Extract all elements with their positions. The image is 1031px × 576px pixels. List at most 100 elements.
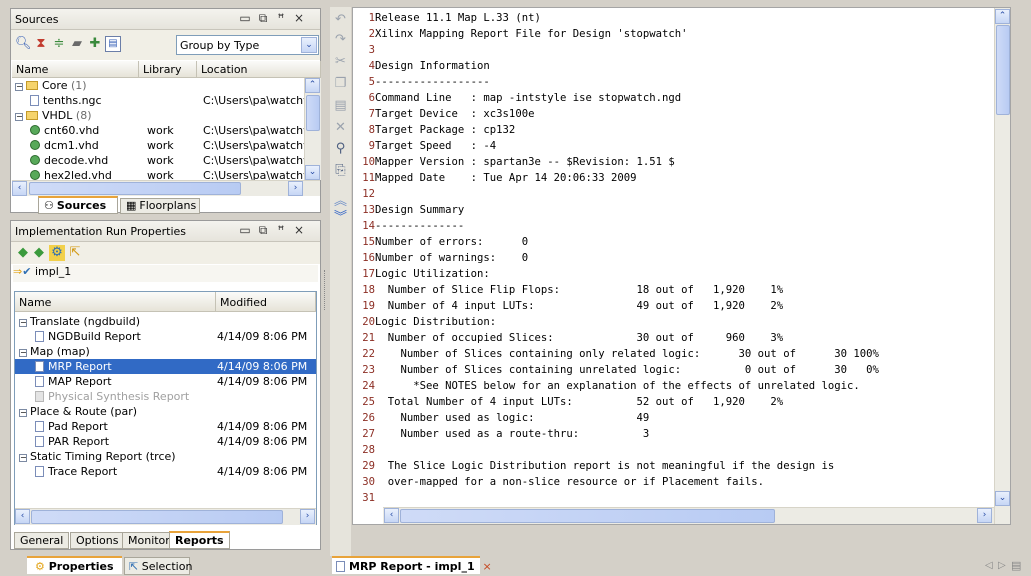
add-source-icon[interactable]: ▰ [69, 36, 85, 52]
minimize-icon[interactable]: ▭ [237, 223, 253, 237]
sources-vertical-scrollbar[interactable]: ⌃ ⌄ [304, 78, 321, 180]
new-source-icon[interactable]: ✚ [87, 36, 103, 52]
tab-floorplans[interactable]: ▦ Floorplans [120, 198, 200, 214]
tab-sources[interactable]: ⚇ Sources [38, 196, 118, 214]
restore-icon[interactable]: ⧉ [255, 223, 271, 238]
minimize-icon[interactable]: ▭ [237, 11, 253, 25]
scroll-up-icon[interactable]: ⌃ [305, 78, 320, 93]
scroll-thumb-h[interactable] [400, 509, 775, 523]
replace-icon[interactable]: ⎘ [332, 162, 349, 179]
tab-mrp-report[interactable]: MRP Report - impl_1 × [332, 556, 492, 574]
scroll-left-icon[interactable]: ‹ [12, 181, 27, 196]
chevron-down-icon[interactable]: ⌄ [301, 37, 317, 53]
tab-properties[interactable]: ⚙ Properties [27, 556, 122, 574]
back-icon[interactable]: ◆ [15, 245, 31, 261]
cursor-icon[interactable]: ⇱ [67, 245, 83, 261]
report-name: Physical Synthesis Report [48, 390, 190, 403]
collapse-icon[interactable]: − [15, 113, 23, 121]
close-icon[interactable]: × [291, 223, 307, 237]
list-item[interactable]: − Translate (ngdbuild) [15, 314, 316, 329]
list-item[interactable]: MAP Report 4/14/09 8:06 PM [15, 374, 316, 389]
tab-monitor[interactable]: Monitor [122, 532, 176, 549]
scroll-thumb-h[interactable] [29, 182, 241, 195]
cut-icon[interactable]: ✂ [332, 53, 349, 70]
column-library[interactable]: Library [139, 61, 197, 78]
sources-horizontal-scrollbar[interactable]: ‹ › [12, 180, 320, 196]
impl-horizontal-scrollbar[interactable]: ‹ › [15, 508, 316, 525]
scroll-left-icon[interactable]: ‹ [15, 509, 30, 524]
close-icon[interactable]: × [291, 11, 307, 25]
collapse-all-icon[interactable]: ≑ [51, 36, 67, 52]
column-modified[interactable]: Modified [216, 292, 316, 312]
column-name[interactable]: Name [15, 292, 216, 312]
list-item[interactable]: Pad Report 4/14/09 8:06 PM [15, 419, 316, 434]
scroll-right-icon[interactable]: › [300, 509, 315, 524]
collapse-icon[interactable]: − [15, 83, 23, 91]
find-icon[interactable]: ⚲ [332, 140, 349, 157]
pin-icon[interactable]: ꟸ [273, 223, 289, 237]
properties-icon[interactable]: ▤ [105, 36, 121, 52]
report-text[interactable]: 1Release 11.1 Map L.33 (nt) 2Xilinx Mappi… [353, 10, 993, 506]
paste-icon[interactable]: ▤ [332, 97, 349, 114]
scroll-thumb-h[interactable] [31, 510, 283, 524]
group-by-select[interactable]: Group by Type ⌄ [176, 35, 319, 55]
list-item[interactable]: − Static Timing Report (trce) [15, 449, 316, 464]
tab-selection[interactable]: ⇱ Selection [124, 557, 192, 575]
restore-icon[interactable]: ⧉ [255, 11, 271, 26]
list-item[interactable]: NGDBuild Report 4/14/09 8:06 PM [15, 329, 316, 344]
tab-nav-left-icon[interactable]: ◁ [985, 560, 993, 571]
table-row[interactable]: decode.vhd work C:\Users\pa\watchvl [12, 153, 304, 168]
column-location[interactable]: Location [197, 61, 321, 78]
collapse-icon[interactable]: − [19, 349, 27, 357]
tab-options[interactable]: Options [70, 532, 125, 549]
list-item[interactable]: MRP Report 4/14/09 8:06 PM [15, 359, 316, 374]
collapse-icon[interactable]: − [19, 454, 27, 462]
scroll-right-icon[interactable]: › [977, 508, 992, 523]
report-editor[interactable]: 1Release 11.1 Map L.33 (nt) 2Xilinx Mappi… [352, 7, 1011, 525]
table-row[interactable]: − Core (1) [12, 78, 304, 93]
run-icon[interactable]: ⚙ [49, 245, 65, 261]
scroll-down-icon[interactable]: ⌄ [995, 491, 1010, 506]
report-icon [35, 331, 44, 342]
collapse-icon[interactable]: − [19, 319, 27, 327]
run-selector[interactable]: ⇒✔ impl_1 [13, 265, 318, 282]
table-row[interactable]: dcm1.vhd work C:\Users\pa\watchvl [12, 138, 304, 153]
list-item[interactable]: Physical Synthesis Report [15, 389, 316, 404]
expand-all-icon[interactable]: ⧗ [33, 36, 49, 52]
scroll-thumb[interactable] [306, 95, 320, 131]
list-item[interactable]: − Map (map) [15, 344, 316, 359]
redo-icon[interactable]: ↷ [332, 31, 349, 48]
down-icon[interactable]: ︾ [332, 209, 349, 226]
tab-nav-right-icon[interactable]: ▷ [998, 560, 1006, 571]
scroll-left-icon[interactable]: ‹ [384, 508, 399, 523]
list-item[interactable]: Trace Report 4/14/09 8:06 PM [15, 464, 316, 479]
list-item[interactable]: − Place & Route (par) [15, 404, 316, 419]
table-row[interactable]: cnt60.vhd work C:\Users\pa\watchvl [12, 123, 304, 138]
list-item[interactable]: PAR Report 4/14/09 8:06 PM [15, 434, 316, 449]
table-row[interactable]: − VHDL (8) [12, 108, 304, 123]
tab-list-icon[interactable]: ▤ [1011, 559, 1021, 572]
delete-icon[interactable]: ✕ [332, 119, 349, 136]
search-icon[interactable]: 🔍︎ [15, 36, 32, 52]
tab-general[interactable]: General [14, 532, 70, 549]
up-icon[interactable]: ︽ [332, 193, 349, 210]
collapse-icon[interactable]: − [19, 409, 27, 417]
editor-horizontal-scrollbar[interactable]: ‹ › [383, 507, 994, 524]
tab-reports[interactable]: Reports [169, 531, 230, 549]
column-name[interactable]: Name [12, 61, 139, 78]
pin-icon[interactable]: ꟸ [273, 11, 289, 25]
close-tab-icon[interactable]: × [482, 560, 491, 573]
undo-icon[interactable]: ↶ [332, 11, 349, 28]
report-modified: 4/14/09 8:06 PM [217, 360, 308, 373]
table-row[interactable]: tenths.ngc C:\Users\pa\watchvl [12, 93, 304, 108]
editor-vertical-scrollbar[interactable]: ⌃ ⌄ [994, 8, 1010, 524]
panel-splitter[interactable] [324, 270, 328, 310]
line-number: 10 [362, 156, 375, 168]
forward-icon[interactable]: ◆ [31, 245, 47, 261]
scroll-thumb[interactable] [996, 25, 1010, 115]
scroll-right-icon[interactable]: › [288, 181, 303, 196]
scroll-up-icon[interactable]: ⌃ [995, 9, 1010, 24]
scroll-down-icon[interactable]: ⌄ [305, 165, 320, 180]
copy-icon[interactable]: ❐ [332, 75, 349, 92]
table-row[interactable]: hex2led.vhd work C:\Users\pa\watchvl [12, 168, 304, 180]
